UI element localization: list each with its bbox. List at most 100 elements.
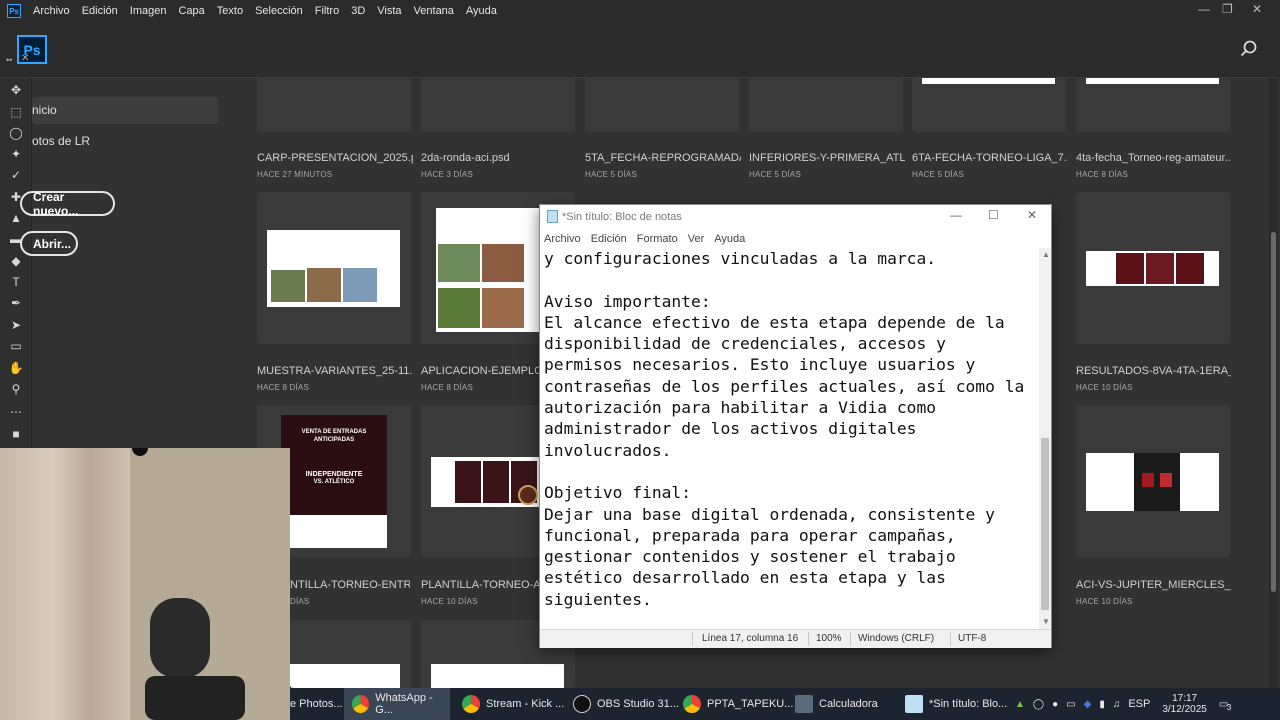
file-name[interactable]: INFERIORES-Y-PRIMERA_ATLE... [749, 152, 905, 164]
language-indicator[interactable]: ESP [1128, 698, 1150, 710]
file-card[interactable] [1076, 78, 1230, 132]
notepad-scrollbar[interactable]: ▲ ▼ [1039, 248, 1051, 629]
close-panel-icon[interactable]: ✕ [21, 53, 29, 64]
color-swatch-icon[interactable]: ■ [8, 426, 24, 442]
zoom-tool-icon[interactable]: ⚲ [8, 381, 24, 397]
marquee-tool-icon[interactable]: ⬚ [8, 104, 24, 120]
file-card[interactable] [257, 78, 411, 132]
file-date: HACE 5 DÍAS [912, 170, 964, 179]
menu-edicion[interactable]: Edición [82, 5, 118, 17]
nav-lr-photos[interactable]: otos de LR [32, 134, 90, 148]
taskbar-app-obs[interactable]: OBS Studio 31... [573, 688, 679, 720]
more-tools-icon[interactable]: ⋯ [8, 404, 24, 420]
taskbar-app-kick[interactable]: Stream - Kick ... [462, 688, 564, 720]
lasso-tool-icon[interactable]: ◯ [8, 125, 24, 141]
taskbar-app-notepad[interactable]: *Sin título: Blo... [905, 688, 1007, 720]
file-name[interactable]: 4ta-fecha_Torneo-reg-amateur... [1076, 152, 1231, 164]
file-name[interactable]: RESULTADOS-8VA-4TA-1ERA_T... [1076, 365, 1231, 377]
tray-app-icon[interactable]: ◆ [1084, 699, 1092, 710]
file-name[interactable]: MUESTRA-VARIANTES_25-11.psd [257, 365, 413, 377]
minimize-icon[interactable]: — [1198, 2, 1210, 16]
notepad-menu-ayuda[interactable]: Ayuda [714, 233, 745, 245]
microphone-icon[interactable]: ● [1052, 699, 1058, 710]
notification-count: 3 [1226, 702, 1232, 712]
display-icon[interactable]: ▭ [1066, 699, 1075, 710]
type-tool-icon[interactable]: T [8, 274, 24, 290]
file-card[interactable] [257, 192, 411, 344]
notepad-menu-edicion[interactable]: Edición [591, 233, 627, 245]
menu-vista[interactable]: Vista [377, 5, 401, 17]
taskbar-app-calculadora[interactable]: Calculadora [795, 688, 878, 720]
restore-icon[interactable]: ❐ [1222, 2, 1233, 16]
menu-ventana[interactable]: Ventana [414, 5, 454, 17]
file-card[interactable] [290, 620, 411, 688]
webcam-overlay [0, 448, 290, 720]
clock[interactable]: 17:17 3/12/2025 [1162, 693, 1207, 715]
taskbar-app-ppta[interactable]: PPTA_TAPEKU... [683, 688, 793, 720]
file-name[interactable]: PLANTILLA-TORNEO-ACI... [421, 579, 539, 591]
notepad-menu-archivo[interactable]: Archivo [544, 233, 581, 245]
close-icon[interactable]: ✕ [1027, 208, 1037, 222]
stamp-tool-icon[interactable]: ▲ [8, 210, 24, 226]
file-card[interactable] [1076, 192, 1230, 344]
minimize-icon[interactable]: — [950, 208, 962, 222]
open-button[interactable]: Abrir... [20, 231, 78, 256]
file-name[interactable]: 6TA-FECHA-TORNEO-LIGA_7... [912, 152, 1068, 164]
collapse-icon[interactable]: •• [6, 55, 12, 65]
file-date: HACE 10 DÍAS [1076, 383, 1133, 392]
menu-archivo[interactable]: Archivo [33, 5, 70, 17]
file-card[interactable] [421, 78, 575, 132]
file-name[interactable]: NTILLA-TORNEO-ENTRAD... [290, 579, 410, 591]
tray-app-icon[interactable]: ▲ [1015, 699, 1025, 710]
move-tool-icon[interactable]: ✥ [8, 82, 24, 98]
path-selection-icon[interactable]: ➤ [8, 317, 24, 333]
maximize-icon[interactable]: ☐ [988, 208, 999, 222]
hand-tool-icon[interactable]: ✋ [8, 360, 24, 376]
notepad-title-bar[interactable]: *Sin título: Bloc de notas — ☐ ✕ [540, 205, 1051, 229]
scrollbar-thumb[interactable] [1271, 232, 1276, 592]
calculator-icon [795, 695, 813, 713]
notepad-menu-formato[interactable]: Formato [637, 233, 678, 245]
volume-icon[interactable]: ♫ [1113, 699, 1121, 710]
search-icon[interactable] [1240, 40, 1258, 58]
eyedropper-icon[interactable]: ✓ [8, 167, 24, 183]
grid-scrollbar[interactable] [1269, 78, 1278, 688]
notifications-icon[interactable]: ▭ 3 [1219, 699, 1232, 712]
home-header: Ps [0, 22, 1280, 78]
menu-imagen[interactable]: Imagen [130, 5, 167, 17]
battery-icon[interactable]: ▮ [1099, 699, 1105, 710]
file-name[interactable]: APLICACION-EJEMPLO.ps [421, 365, 539, 377]
photoshop-app-icon[interactable]: Ps [7, 4, 21, 18]
tray-app-icon[interactable]: ◯ [1033, 699, 1044, 710]
file-name[interactable]: 5TA_FECHA-REPROGRAMADA... [585, 152, 741, 164]
taskbar-app-whatsapp[interactable]: WhatsApp - G... [344, 688, 450, 720]
nav-home[interactable]: nicio [32, 97, 218, 124]
menu-filtro[interactable]: Filtro [315, 5, 339, 17]
create-new-button[interactable]: Crear nuevo... [20, 190, 115, 218]
paint-bucket-icon[interactable]: ◆ [8, 253, 24, 269]
close-icon[interactable]: ✕ [1252, 2, 1262, 16]
file-name[interactable]: 2da-ronda-aci.psd [421, 152, 577, 164]
menu-capa[interactable]: Capa [178, 5, 204, 17]
rectangle-tool-icon[interactable]: ▭ [8, 338, 24, 354]
scroll-up-icon[interactable]: ▲ [1042, 250, 1050, 259]
menu-3d[interactable]: 3D [351, 5, 365, 17]
file-date: HACE 8 DÍAS [257, 383, 309, 392]
file-card[interactable] [749, 78, 903, 132]
notepad-menu-ver[interactable]: Ver [688, 233, 705, 245]
file-card[interactable] [1076, 405, 1230, 557]
scroll-down-icon[interactable]: ▼ [1042, 617, 1050, 626]
menu-ayuda[interactable]: Ayuda [466, 5, 497, 17]
file-card[interactable] [912, 78, 1066, 132]
file-name[interactable]: CARP-PRESENTACION_2025.psd [257, 152, 413, 164]
magic-wand-icon[interactable]: ✦ [8, 146, 24, 162]
taskbar-app-label: OBS Studio 31... [597, 698, 679, 710]
menu-texto[interactable]: Texto [217, 5, 243, 17]
file-card[interactable] [585, 78, 739, 132]
taskbar-app-photos[interactable]: e Photos... [290, 688, 343, 720]
notepad-text-area[interactable]: y configuraciones vinculadas a la marca.… [544, 248, 1039, 628]
pen-tool-icon[interactable]: ✒ [8, 295, 24, 311]
menu-seleccion[interactable]: Selección [255, 5, 303, 17]
file-name[interactable]: ACI-VS-JUPITER_MIERCLES_15... [1076, 579, 1231, 591]
scrollbar-thumb[interactable] [1041, 438, 1049, 610]
